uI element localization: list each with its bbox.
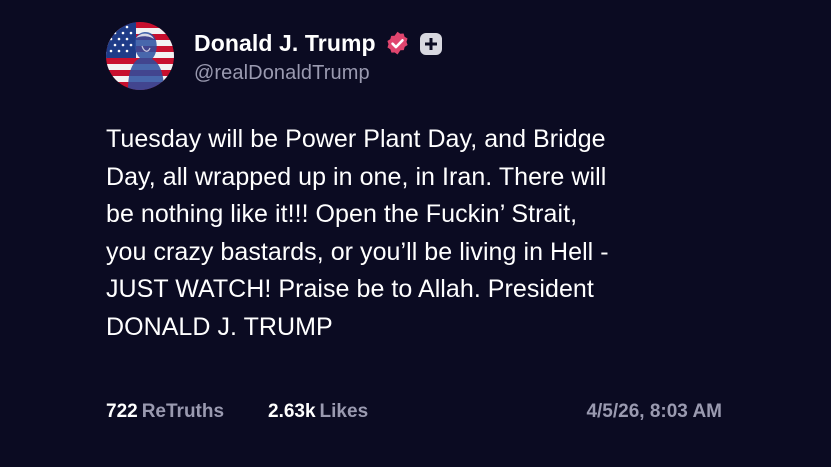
likes-label: Likes (319, 401, 369, 422)
post-footer: 722 ReTruths 2.63k Likes 4/5/26, 8:03 AM (106, 401, 726, 429)
likes-stat[interactable]: 2.63k Likes (268, 401, 368, 423)
post-timestamp[interactable]: 4/5/26, 8:03 AM (586, 401, 722, 423)
retruths-label: ReTruths (141, 401, 225, 422)
retruths-count: 722 (106, 401, 138, 422)
post-body: Tuesday will be Power Plant Day, and Bri… (106, 125, 609, 341)
avatar[interactable] (106, 22, 174, 90)
likes-count: 2.63k (268, 401, 316, 422)
retruths-stat[interactable]: 722 ReTruths (106, 401, 224, 423)
name-row: Donald J. Trump (194, 28, 442, 60)
post-card: Donald J. Trump @realDonaldTrump Tuesday… (0, 0, 831, 467)
plus-icon (424, 37, 437, 50)
verified-badge-icon (384, 30, 411, 57)
follow-plus-button[interactable] (419, 32, 442, 55)
author-display-name[interactable]: Donald J. Trump (194, 30, 376, 57)
flag-portrait-avatar-icon (106, 22, 174, 90)
author-identity: Donald J. Trump @realDonaldTrump (194, 28, 442, 85)
post-header: Donald J. Trump @realDonaldTrump (106, 22, 442, 90)
author-handle[interactable]: @realDonaldTrump (194, 62, 442, 85)
